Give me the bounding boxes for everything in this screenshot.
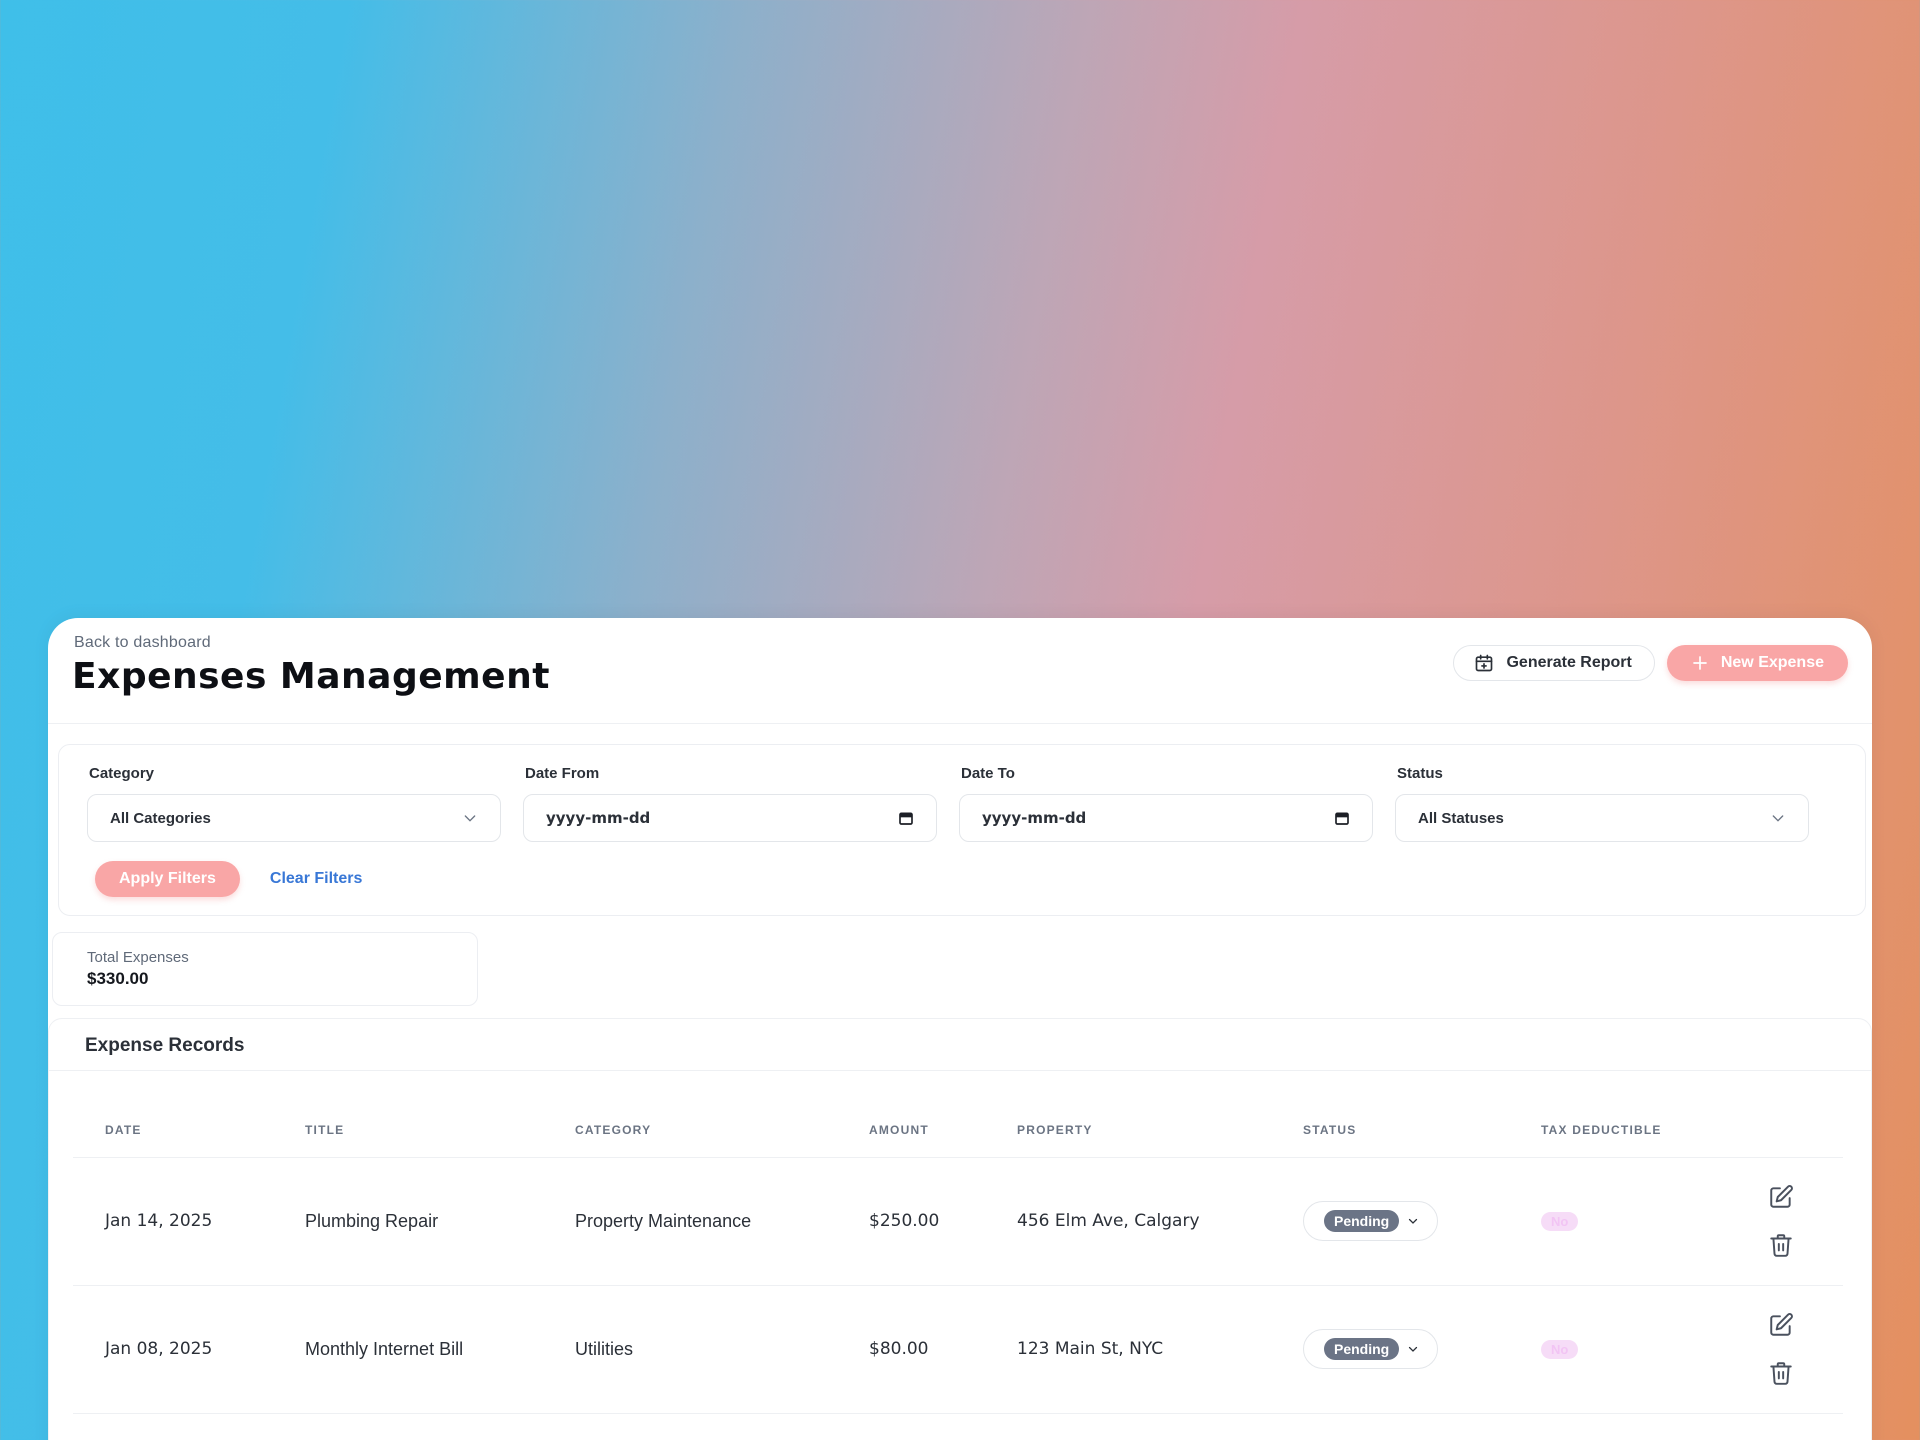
row-actions	[1761, 1184, 1801, 1258]
cell-date: Jan 14, 2025	[73, 1157, 273, 1286]
chevron-down-icon	[1772, 815, 1784, 822]
apply-filters-button[interactable]: Apply Filters	[95, 861, 240, 897]
chevron-down-icon	[1409, 1218, 1418, 1224]
trash-icon[interactable]	[1768, 1360, 1794, 1386]
date-to-filter: Date To yyyy-mm-dd	[931, 765, 1373, 842]
cell-date: Jan 08, 2025	[73, 1285, 273, 1414]
new-expense-button[interactable]: New Expense	[1666, 645, 1848, 681]
column-header-property: PROPERTY	[985, 1103, 1271, 1158]
edit-icon[interactable]	[1768, 1184, 1794, 1210]
page-header: Back to dashboard Expenses Management Ge…	[48, 618, 1872, 724]
date-to-input[interactable]: yyyy-mm-dd	[959, 794, 1373, 842]
cell-property: 456 Elm Ave, Calgary	[985, 1157, 1271, 1286]
category-select-value: All Categories	[110, 809, 211, 827]
row-actions	[1761, 1312, 1801, 1386]
expense-records-panel: Expense Records DATE TITLE CATEGORY AMOU…	[48, 1018, 1872, 1440]
calendar-plus-icon	[1476, 654, 1493, 672]
category-select[interactable]: All Categories	[87, 794, 501, 842]
cell-title: Monthly Internet Bill	[273, 1285, 543, 1414]
column-header-status: STATUS	[1271, 1103, 1509, 1158]
back-to-dashboard-link[interactable]: Back to dashboard	[74, 634, 211, 652]
cell-tax-deductible: No	[1509, 1157, 1729, 1286]
date-to-placeholder: yyyy-mm-dd	[982, 809, 1087, 827]
status-label: Status	[1397, 765, 1443, 782]
cell-category: Utilities	[543, 1285, 837, 1414]
table-row: Jan 08, 2025 Monthly Internet Bill Utili…	[73, 1285, 1843, 1414]
cell-tax-deductible: No	[1509, 1285, 1729, 1414]
category-filter: Category All Categories	[59, 765, 501, 842]
tax-deductible-badge: No	[1541, 1212, 1579, 1231]
row-status-select[interactable]: Pending	[1303, 1329, 1439, 1369]
status-select-value: All Statuses	[1418, 809, 1504, 827]
calendar-icon[interactable]	[1334, 810, 1350, 826]
header-actions: Generate Report New Expense	[1453, 645, 1848, 681]
page-title: Expenses Management	[72, 656, 550, 697]
cell-actions	[1729, 1285, 1843, 1414]
row-status-select[interactable]: Pending	[1303, 1201, 1439, 1241]
status-badge: Pending	[1324, 1210, 1400, 1232]
category-label: Category	[89, 765, 155, 782]
cell-status: Pending	[1271, 1157, 1509, 1286]
cell-amount: $80.00	[837, 1285, 985, 1414]
filters-panel: Category All Categories Date From yyyy-m…	[58, 744, 1866, 916]
total-expenses-card: Total Expenses $330.00	[52, 932, 478, 1006]
edit-icon[interactable]	[1768, 1312, 1794, 1338]
column-header-title: TITLE	[273, 1103, 543, 1158]
status-filter: Status All Statuses	[1367, 765, 1809, 842]
new-expense-label: New Expense	[1720, 654, 1824, 671]
filter-actions: Apply Filters Clear Filters	[95, 861, 362, 897]
column-header-actions	[1729, 1103, 1843, 1158]
cell-amount: $250.00	[837, 1157, 985, 1286]
chevron-down-icon	[1409, 1346, 1418, 1352]
expense-records-title: Expense Records	[49, 1019, 1871, 1071]
generate-report-label: Generate Report	[1506, 654, 1632, 671]
column-header-category: CATEGORY	[543, 1103, 837, 1158]
expenses-table: DATE TITLE CATEGORY AMOUNT PROPERTY STAT…	[73, 1103, 1843, 1414]
clear-filters-button[interactable]: Clear Filters	[270, 870, 362, 888]
calendar-icon[interactable]	[898, 810, 914, 826]
generate-report-button[interactable]: Generate Report	[1453, 645, 1655, 681]
expenses-card: Back to dashboard Expenses Management Ge…	[48, 618, 1872, 1440]
cell-property: 123 Main St, NYC	[985, 1285, 1271, 1414]
total-expenses-value: $330.00	[87, 969, 149, 988]
cell-status: Pending	[1271, 1285, 1509, 1414]
date-from-input[interactable]: yyyy-mm-dd	[523, 794, 937, 842]
cell-title: Plumbing Repair	[273, 1157, 543, 1286]
date-from-placeholder: yyyy-mm-dd	[546, 809, 651, 827]
trash-icon[interactable]	[1768, 1232, 1794, 1258]
table-header-row: DATE TITLE CATEGORY AMOUNT PROPERTY STAT…	[73, 1103, 1843, 1158]
column-header-date: DATE	[73, 1103, 273, 1158]
date-from-label: Date From	[525, 765, 600, 782]
date-to-label: Date To	[961, 765, 1015, 782]
status-badge: Pending	[1324, 1338, 1400, 1360]
total-expenses-label: Total Expenses	[87, 949, 189, 966]
chevron-down-icon	[464, 815, 476, 822]
column-header-amount: AMOUNT	[837, 1103, 985, 1158]
tax-deductible-badge: No	[1541, 1340, 1579, 1359]
plus-icon	[1693, 656, 1707, 670]
cell-category: Property Maintenance	[543, 1157, 837, 1286]
date-from-filter: Date From yyyy-mm-dd	[495, 765, 937, 842]
column-header-tax-deductible: TAX DEDUCTIBLE	[1509, 1103, 1729, 1158]
cell-actions	[1729, 1157, 1843, 1286]
status-select[interactable]: All Statuses	[1395, 794, 1809, 842]
table-row: Jan 14, 2025 Plumbing Repair Property Ma…	[73, 1157, 1843, 1286]
